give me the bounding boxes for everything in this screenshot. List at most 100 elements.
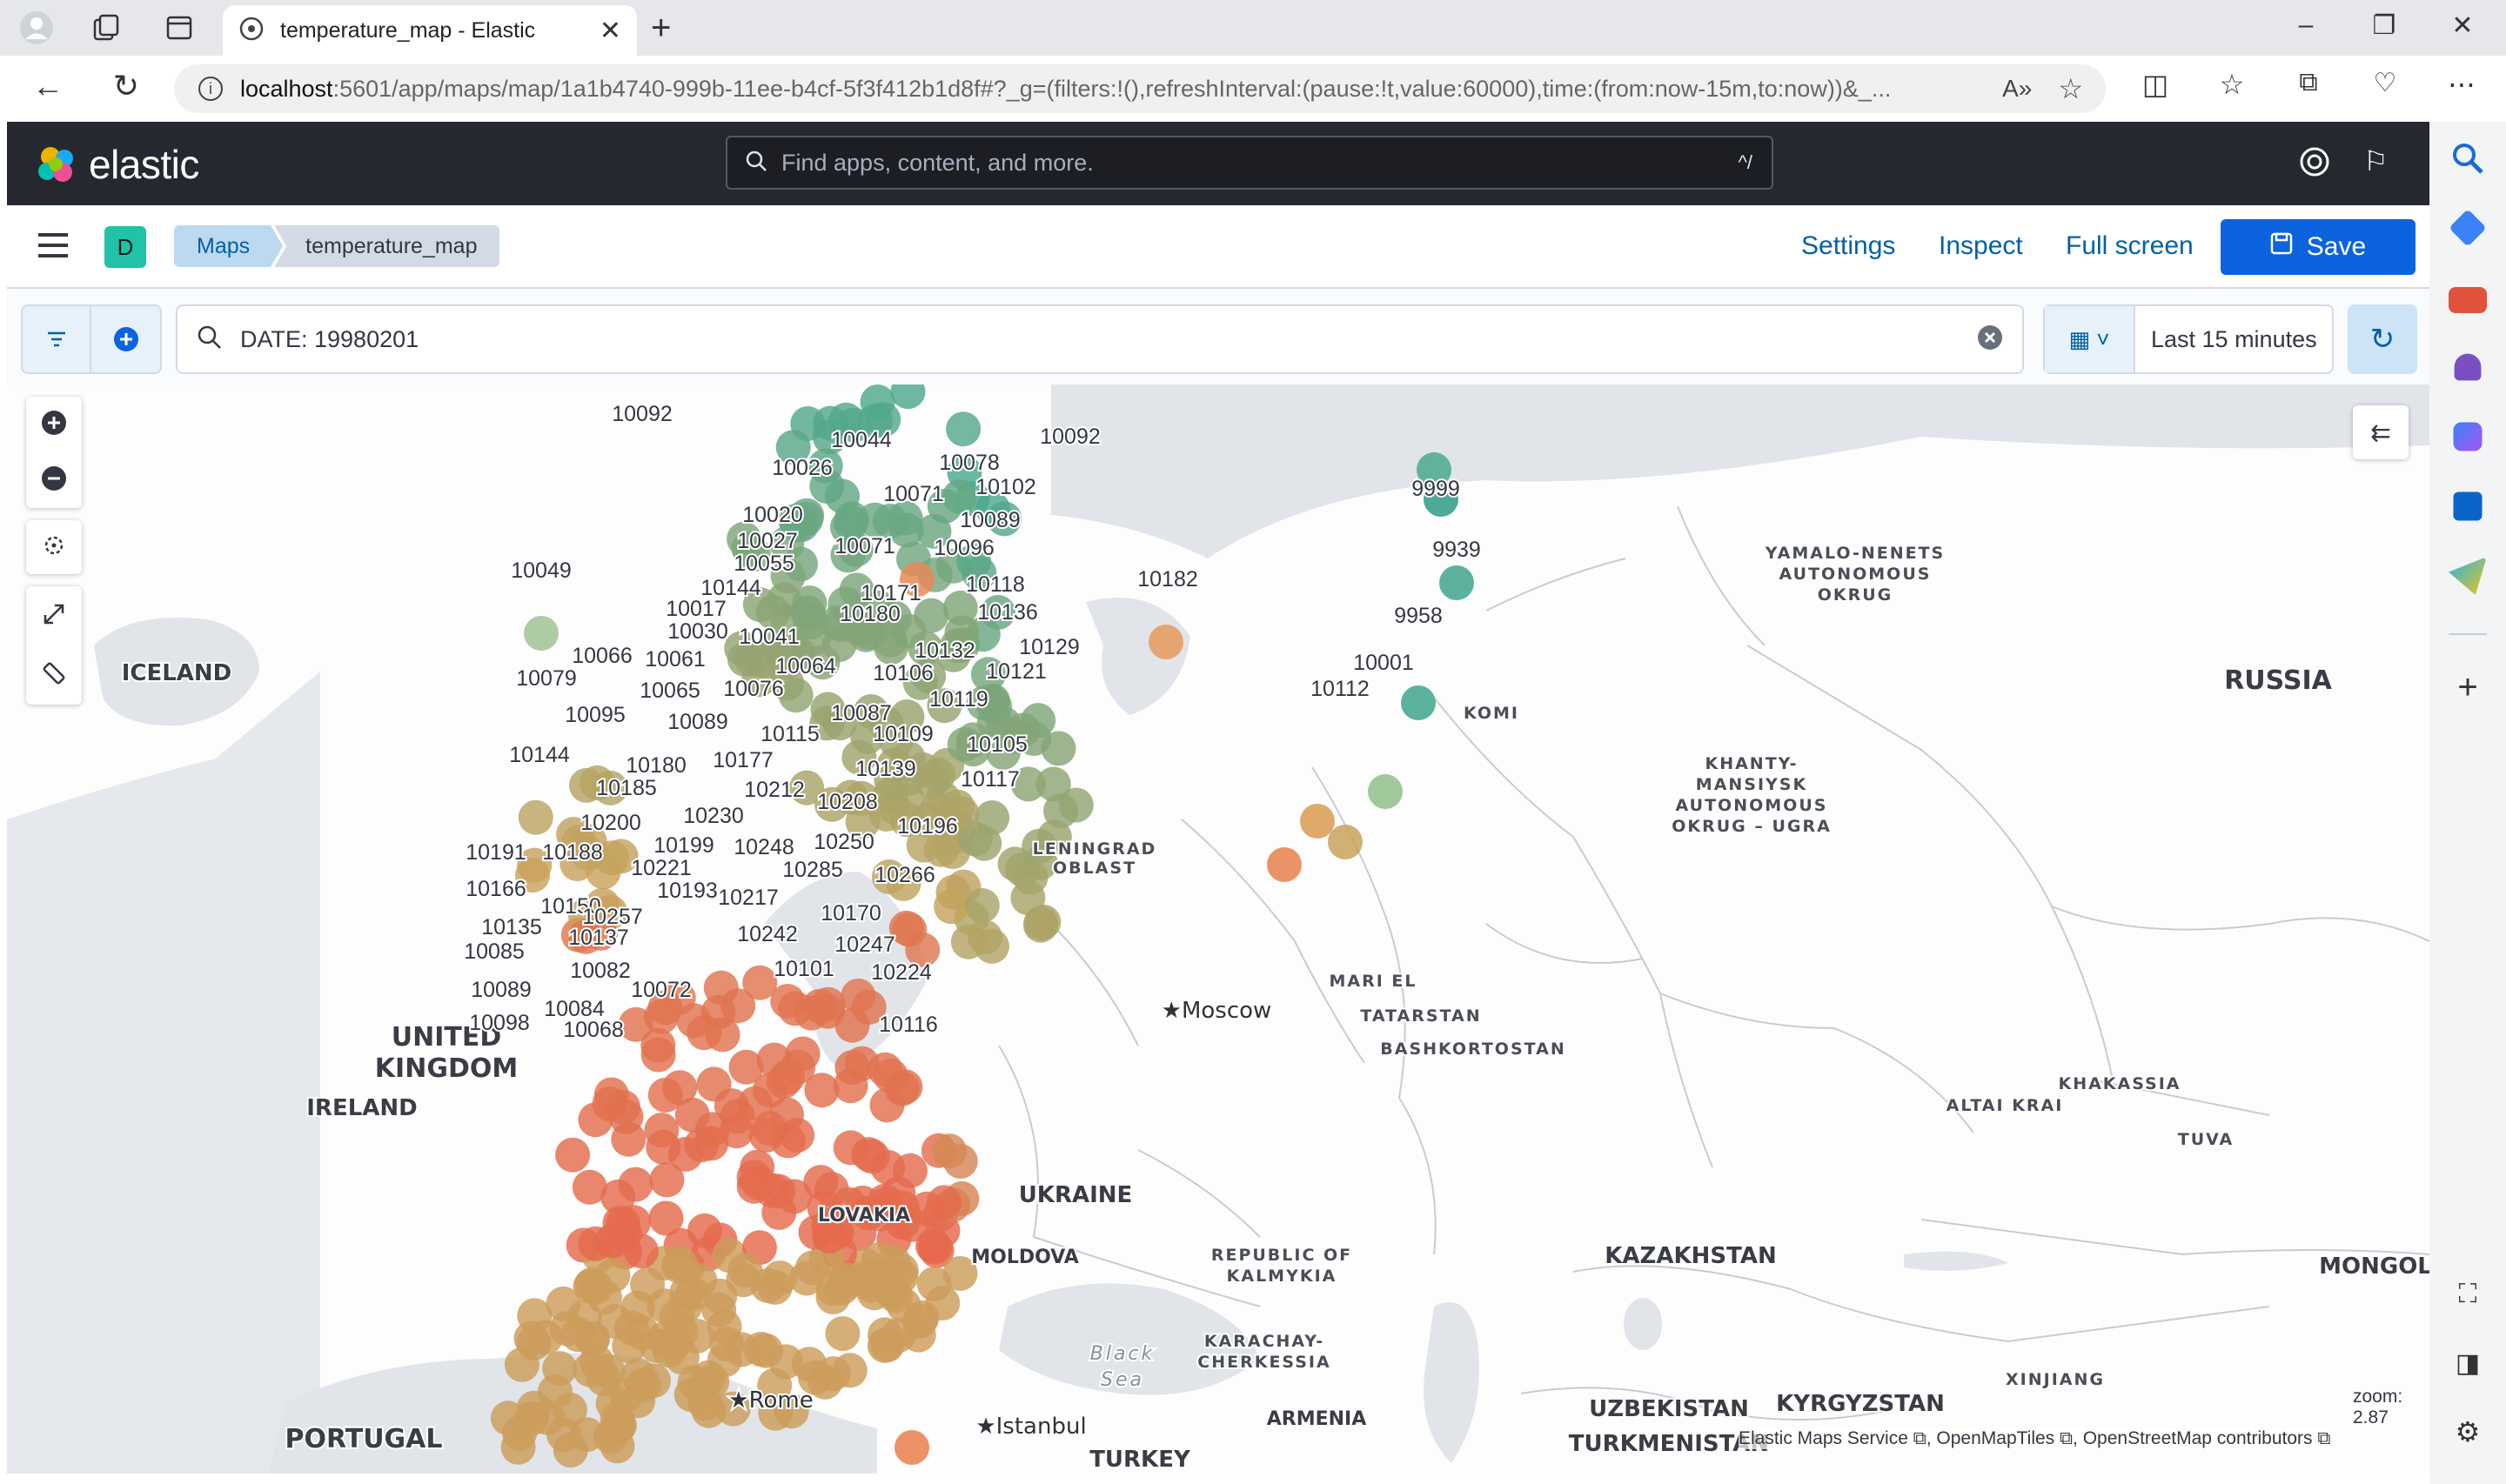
add-filter-icon[interactable] bbox=[91, 306, 160, 372]
close-window-icon[interactable]: ✕ bbox=[2436, 10, 2489, 41]
station-point[interactable] bbox=[934, 889, 969, 925]
station-point[interactable] bbox=[705, 1017, 740, 1053]
station-point[interactable] bbox=[1401, 685, 1436, 720]
read-aloud-icon[interactable]: A» bbox=[2002, 75, 2032, 103]
zoom-out-icon[interactable] bbox=[40, 465, 68, 497]
station-point[interactable] bbox=[890, 384, 926, 410]
station-point[interactable] bbox=[916, 1267, 952, 1302]
restore-icon[interactable]: ❐ bbox=[2358, 10, 2410, 41]
tab-actions-icon[interactable] bbox=[160, 9, 198, 47]
collections-toolbar-icon[interactable]: ⧉ bbox=[2287, 68, 2330, 97]
station-point[interactable] bbox=[785, 1036, 821, 1072]
crosshair-icon[interactable] bbox=[40, 531, 68, 564]
station-point[interactable] bbox=[687, 1213, 722, 1248]
station-point[interactable] bbox=[942, 1144, 978, 1179]
collections-icon[interactable] bbox=[87, 9, 125, 47]
site-info-icon[interactable]: i bbox=[198, 77, 223, 101]
global-search-input[interactable]: Find apps, content, and more. ^/ bbox=[726, 136, 1773, 190]
sidebar-toggle-icon[interactable]: ◨ bbox=[2449, 1345, 2487, 1383]
station-point[interactable] bbox=[825, 1316, 861, 1352]
station-point[interactable] bbox=[513, 1400, 549, 1436]
station-point[interactable] bbox=[662, 1070, 698, 1106]
screenshot-icon[interactable]: ⛶ bbox=[2449, 1275, 2487, 1314]
station-point[interactable] bbox=[770, 1123, 806, 1159]
games-icon[interactable] bbox=[2454, 353, 2482, 381]
elastic-logo[interactable]: elastic bbox=[35, 141, 199, 188]
station-point[interactable] bbox=[967, 826, 1002, 861]
zoom-in-icon[interactable] bbox=[40, 409, 68, 441]
station-point[interactable] bbox=[748, 1333, 783, 1368]
browser-tab[interactable]: temperature_map - Elastic ✕ bbox=[223, 5, 637, 56]
fit-bounds-icon[interactable] bbox=[40, 600, 68, 632]
attribution-ems[interactable]: Elastic Maps Service bbox=[1739, 1428, 1908, 1448]
station-point[interactable] bbox=[606, 1089, 640, 1125]
station-point[interactable] bbox=[553, 1433, 588, 1468]
station-point[interactable] bbox=[586, 1360, 621, 1396]
settings-icon[interactable]: ⚙ bbox=[2449, 1413, 2487, 1451]
station-point[interactable] bbox=[524, 616, 559, 651]
station-point[interactable] bbox=[804, 1073, 840, 1108]
menu-icon[interactable] bbox=[38, 231, 70, 264]
favorites-icon[interactable]: ☆ bbox=[2210, 68, 2254, 101]
station-point[interactable] bbox=[694, 1364, 730, 1400]
station-point[interactable] bbox=[869, 1327, 905, 1363]
station-point[interactable] bbox=[518, 799, 553, 835]
station-point[interactable] bbox=[572, 1169, 607, 1205]
station-point[interactable] bbox=[946, 411, 982, 447]
breadcrumb-maps[interactable]: Maps bbox=[174, 225, 283, 267]
station-point[interactable] bbox=[668, 1136, 703, 1172]
station-point[interactable] bbox=[720, 1099, 755, 1134]
close-tab-icon[interactable]: ✕ bbox=[600, 16, 621, 46]
date-picker[interactable]: ▦ ˅ Last 15 minutes bbox=[2043, 304, 2334, 374]
search-sidebar-icon[interactable] bbox=[2449, 139, 2487, 177]
attribution-osm[interactable]: OpenStreetMap contributors bbox=[2083, 1428, 2313, 1448]
filter-menu-icon[interactable] bbox=[23, 306, 92, 372]
minimize-icon[interactable]: – bbox=[2280, 10, 2332, 40]
station-point[interactable] bbox=[736, 1168, 772, 1204]
map-canvas[interactable]: ICELAND RUSSIA UNITED KINGDOM IRELAND PORTUGA… bbox=[7, 384, 2429, 1474]
send-icon[interactable] bbox=[2449, 557, 2487, 595]
station-point[interactable] bbox=[895, 1430, 929, 1465]
station-point[interactable] bbox=[893, 1153, 928, 1188]
station-point[interactable] bbox=[504, 1347, 539, 1382]
back-icon[interactable]: ← bbox=[26, 68, 70, 104]
settings-link[interactable]: Settings bbox=[1801, 231, 1895, 261]
inspect-link[interactable]: Inspect bbox=[1939, 231, 2023, 261]
help-icon[interactable] bbox=[2297, 144, 2332, 184]
station-point[interactable] bbox=[1368, 774, 1403, 809]
station-point[interactable] bbox=[566, 1300, 602, 1335]
station-point[interactable] bbox=[756, 1042, 792, 1078]
add-sidebar-icon[interactable]: + bbox=[2449, 668, 2487, 706]
calendar-icon[interactable]: ▦ ˅ bbox=[2045, 306, 2135, 372]
station-point[interactable] bbox=[770, 984, 806, 1019]
station-point[interactable] bbox=[1013, 859, 1049, 895]
station-point[interactable] bbox=[555, 1137, 591, 1173]
station-point[interactable] bbox=[902, 1303, 937, 1339]
health-icon[interactable]: ♡ bbox=[2363, 68, 2407, 98]
station-point[interactable] bbox=[927, 1185, 962, 1220]
refresh-button[interactable]: ↻ bbox=[2348, 304, 2417, 374]
station-point[interactable] bbox=[815, 1356, 851, 1392]
station-point[interactable] bbox=[834, 501, 869, 537]
measure-tool-icon[interactable] bbox=[40, 659, 68, 692]
station-point[interactable] bbox=[815, 1271, 851, 1307]
station-point[interactable] bbox=[618, 1166, 653, 1202]
station-point[interactable] bbox=[968, 919, 1002, 955]
more-menu-icon[interactable]: ⋯ bbox=[2440, 68, 2483, 101]
station-point[interactable] bbox=[640, 1027, 676, 1063]
station-point[interactable] bbox=[702, 1278, 738, 1314]
save-button[interactable]: Save bbox=[2221, 219, 2416, 275]
station-point[interactable] bbox=[888, 1069, 923, 1105]
station-point[interactable] bbox=[1267, 847, 1302, 882]
station-point[interactable] bbox=[542, 1351, 578, 1387]
favorite-star-icon[interactable]: ☆ bbox=[2058, 72, 2083, 105]
address-bar[interactable]: i localhost:5601/app/maps/map/1a1b4740-9… bbox=[174, 64, 2106, 113]
news-feed-icon[interactable]: ⚐ bbox=[2363, 144, 2389, 177]
microsoft365-icon[interactable] bbox=[2453, 422, 2483, 451]
station-point[interactable] bbox=[1300, 804, 1335, 839]
station-point[interactable] bbox=[964, 888, 1000, 923]
fullscreen-link[interactable]: Full screen bbox=[2066, 231, 2194, 261]
reload-icon[interactable]: ↻ bbox=[104, 68, 148, 104]
layer-panel-toggle[interactable]: ⇇ bbox=[2353, 405, 2409, 459]
station-point[interactable] bbox=[883, 1253, 919, 1288]
